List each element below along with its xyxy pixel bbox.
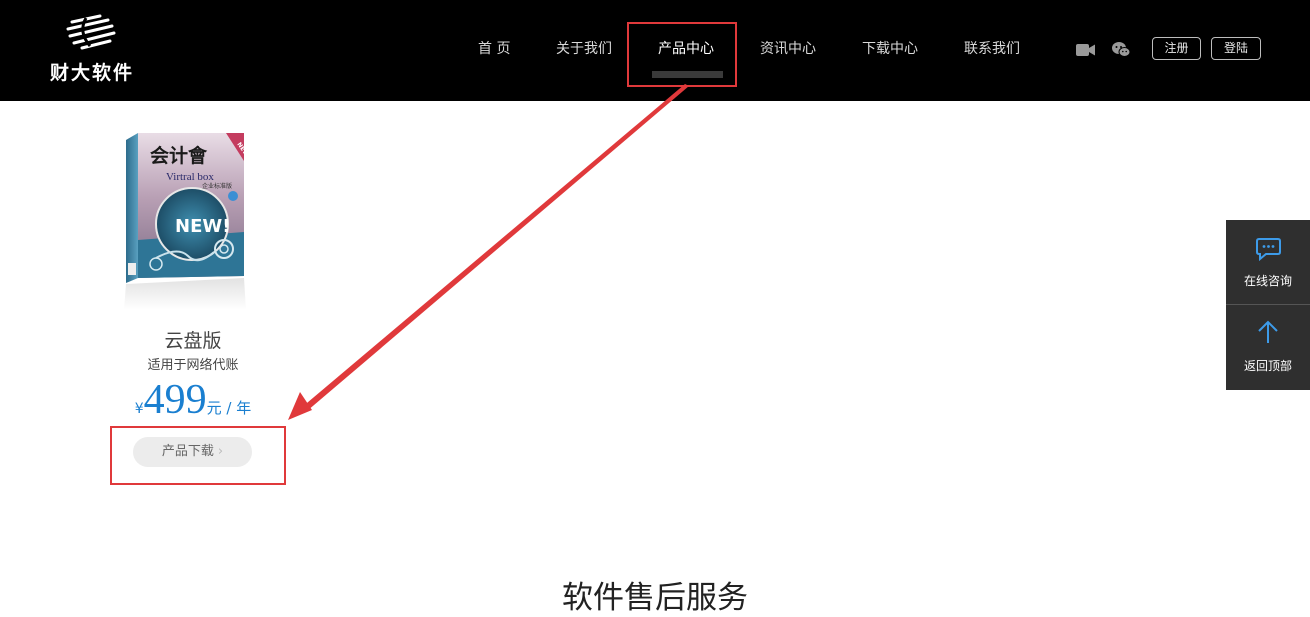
back-to-top-label: 返回顶部 — [1243, 359, 1292, 373]
price-currency: ¥ — [134, 401, 144, 417]
login-button[interactable]: 登陆 — [1211, 37, 1261, 60]
arrow-up-icon — [1258, 320, 1278, 343]
product-box-image[interactable]: NEW 会计會 Virtral box 企业标准版 NEW! — [118, 128, 252, 310]
nav-downloads[interactable]: 下载中心 — [862, 38, 918, 60]
annotation-highlight-download — [110, 426, 286, 485]
nav-news[interactable]: 资讯中心 — [760, 38, 816, 60]
brand-name: 财大软件 — [49, 62, 134, 84]
box-subtitle: Virtral box — [166, 171, 214, 183]
annotation-highlight-nav — [627, 22, 737, 87]
product-name: 云盘版 — [164, 330, 222, 352]
price-unit: 元 / 年 — [206, 399, 252, 417]
online-consult-button[interactable]: 在线咨询 — [1226, 220, 1310, 304]
box-new-badge: NEW! — [175, 216, 230, 237]
nav-home[interactable]: 首 页 — [478, 38, 510, 60]
nav-contact[interactable]: 联系我们 — [964, 38, 1020, 60]
price-value: 499 — [143, 377, 207, 423]
floating-side-panel: 在线咨询 返回顶部 — [1226, 220, 1310, 390]
product-price: ¥499元 / 年 — [112, 376, 274, 424]
video-camera-icon[interactable] — [1076, 43, 1096, 57]
back-to-top-button[interactable]: 返回顶部 — [1226, 305, 1310, 389]
chat-bubble-icon — [1256, 238, 1281, 261]
logo-mark-icon — [66, 14, 116, 50]
register-button[interactable]: 注册 — [1152, 37, 1201, 60]
top-header: 财大软件 首 页 关于我们 产品中心 资讯中心 下载中心 联系我们 注册 登陆 — [0, 0, 1310, 101]
section-title: 软件售后服务 — [562, 580, 748, 616]
box-title: 会计會 — [150, 144, 208, 167]
wechat-icon[interactable] — [1111, 41, 1131, 58]
box-edition: 企业标准版 — [202, 182, 232, 190]
online-consult-label: 在线咨询 — [1243, 274, 1292, 288]
nav-about[interactable]: 关于我们 — [556, 38, 612, 60]
brand-logo[interactable]: 财大软件 — [44, 14, 140, 86]
product-description: 适用于网络代账 — [147, 358, 239, 373]
